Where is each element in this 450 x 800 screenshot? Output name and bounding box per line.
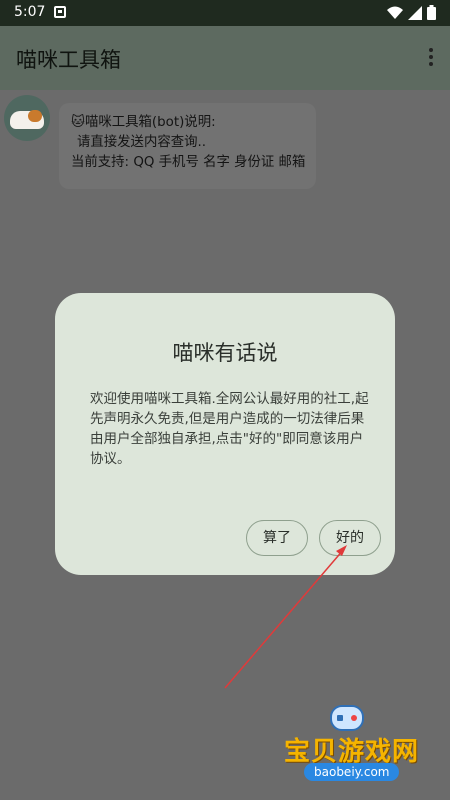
app-bar: 喵咪工具箱 — [0, 26, 450, 90]
status-bar: 5:07 — [0, 0, 450, 26]
page-title: 喵咪工具箱 — [16, 48, 121, 72]
cancel-button[interactable]: 算了 — [246, 520, 308, 556]
watermark: 宝贝游戏网 baobeiy.com — [282, 705, 432, 785]
clock-text: 5:07 — [14, 4, 46, 20]
message-bubble: 🐱喵咪工具箱(bot)说明: 请直接发送内容查询.. 当前支持: QQ 手机号 … — [59, 103, 316, 189]
dialog-body: 欢迎使用喵咪工具箱.全网公认最好用的社工,起先声明永久免责,但是用户造成的一切法… — [90, 391, 369, 467]
gamepad-icon — [330, 705, 364, 731]
status-icons — [387, 5, 436, 20]
more-options-icon[interactable] — [428, 48, 434, 69]
watermark-url: baobeiy.com — [304, 763, 400, 781]
wifi-icon — [387, 6, 403, 19]
message-line: 当前支持: QQ 手机号 名字 身份证 邮箱 — [71, 155, 306, 170]
message-line: 请直接发送内容查询.. — [77, 135, 207, 150]
battery-icon — [427, 5, 436, 20]
signal-icon — [408, 5, 422, 20]
notification-icon — [54, 6, 66, 18]
ok-button[interactable]: 好的 — [319, 520, 381, 556]
bot-avatar[interactable] — [4, 95, 50, 141]
dialog-title: 喵咪有话说 — [172, 341, 278, 365]
agreement-dialog: 喵咪有话说 欢迎使用喵咪工具箱.全网公认最好用的社工,起先声明永久免责,但是用户… — [55, 293, 395, 575]
message-line: 🐱喵咪工具箱(bot)说明: — [71, 115, 216, 130]
